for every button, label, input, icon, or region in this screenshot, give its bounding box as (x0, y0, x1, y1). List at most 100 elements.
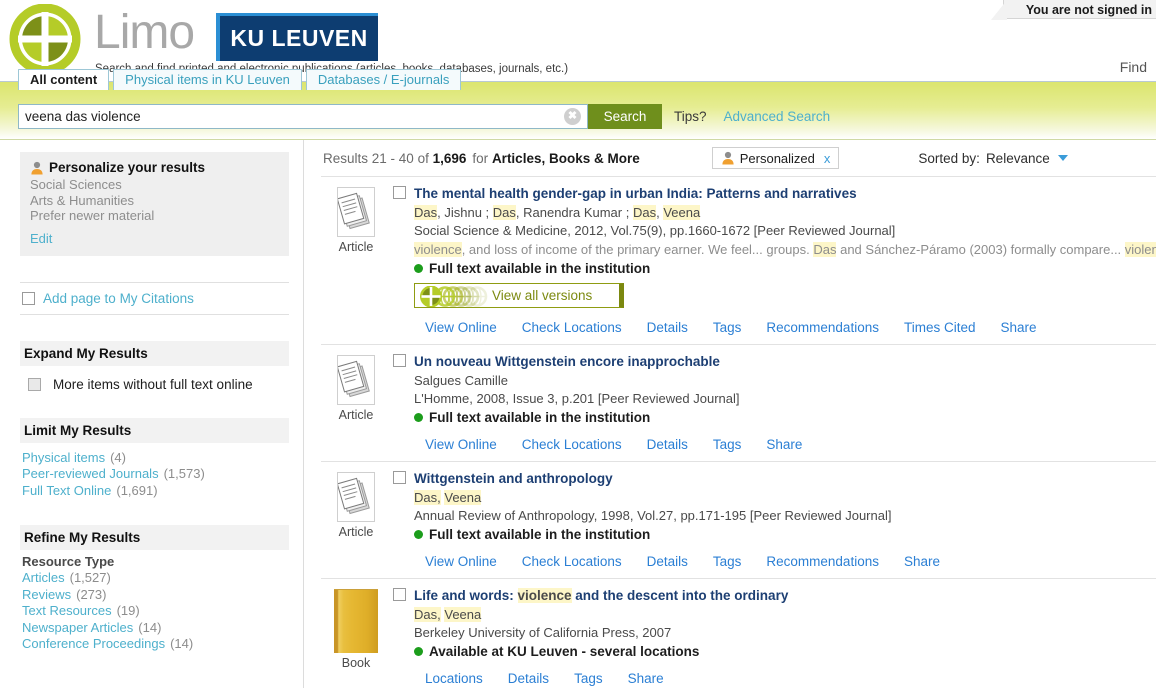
link-details[interactable]: Details (647, 437, 688, 452)
link-tags[interactable]: Tags (713, 437, 742, 452)
link-details[interactable]: Details (647, 320, 688, 335)
sort-control[interactable]: Sorted by: Relevance (918, 150, 1068, 166)
text-run: , Jishnu ; (437, 205, 493, 220)
text-run: Salgues Camille (414, 373, 508, 388)
result-select-checkbox[interactable] (393, 354, 406, 367)
find-link[interactable]: Find (1120, 59, 1147, 75)
tips-link[interactable]: Tips? (674, 109, 707, 124)
result-type-caption: Article (338, 525, 374, 539)
result-title-row: The mental health gender-gap in urban In… (393, 186, 1156, 202)
personalize-title-row: Personalize your results (30, 160, 279, 175)
facet-label: Physical items (22, 449, 106, 465)
link-recommendations[interactable]: Recommendations (766, 320, 879, 335)
result-select-checkbox[interactable] (393, 186, 406, 199)
availability-text: Full text available in the institution (429, 261, 651, 276)
personalize-pref-2: Prefer newer material (30, 208, 155, 223)
facet-text-resources[interactable]: Text Resources (19) (22, 603, 289, 620)
add-citations-checkbox[interactable] (22, 291, 35, 305)
chevron-down-icon[interactable] (1057, 155, 1068, 161)
link-view-online[interactable]: View Online (425, 437, 497, 452)
result-title[interactable]: Life and words: violence and the descent… (414, 588, 788, 604)
results-range: Results 21 - 40 of 1,696 (323, 151, 466, 166)
view-all-versions-button[interactable]: View all versions (414, 283, 624, 308)
highlighted-term: Veena (444, 490, 482, 505)
facet-full-text-online[interactable]: Full Text Online (1,691) (22, 483, 289, 500)
link-locations[interactable]: Locations (425, 671, 483, 686)
personalize-title: Personalize your results (49, 160, 206, 175)
result-item[interactable]: Article Wittgenstein and anthropology Da… (321, 461, 1156, 578)
facet-reviews[interactable]: Reviews (273) (22, 587, 289, 604)
link-details[interactable]: Details (508, 671, 549, 686)
facet-label: Full Text Online (22, 482, 112, 498)
facet-label: Peer-reviewed Journals (22, 466, 159, 481)
results-range-prefix: Results (323, 150, 369, 166)
article-pages-icon (336, 472, 375, 522)
link-tags[interactable]: Tags (713, 554, 742, 569)
tab-databases-ejournals[interactable]: Databases / E-journals (305, 69, 462, 90)
link-view-online[interactable]: View Online (425, 554, 497, 569)
text-run: Wittgenstein and anthropology (414, 471, 613, 486)
link-times-cited[interactable]: Times Cited (904, 320, 976, 335)
sign-in-status[interactable]: You are not signed in (990, 0, 1156, 20)
results-scope: for Articles, Books & More (472, 151, 639, 166)
personalize-results-panel: Personalize your results Social Sciences… (20, 152, 289, 256)
add-page-to-citations-row[interactable]: Add page to My Citations (20, 281, 289, 315)
result-type-caption: Article (338, 408, 374, 422)
result-availability: Full text available in the institution (414, 261, 1156, 276)
result-title[interactable]: Un nouveau Wittgenstein encore inapproch… (414, 354, 720, 370)
search-button[interactable]: Search (588, 104, 662, 129)
advanced-search-link[interactable]: Advanced Search (724, 109, 831, 124)
resource-type-facet-list: Articles (1,527) Reviews (273) Text Resour… (20, 570, 289, 653)
facet-conference-proceedings[interactable]: Conference Proceedings (14) (22, 636, 289, 653)
link-share[interactable]: Share (766, 437, 802, 452)
result-item[interactable]: Article The mental health gender-gap in … (321, 176, 1156, 344)
results-scope-value: Articles, Books & More (491, 150, 640, 166)
result-metadata: Berkeley University of California Press,… (414, 625, 672, 640)
expand-results-checkbox[interactable] (28, 377, 41, 391)
personalize-edit-link[interactable]: Edit (30, 231, 279, 246)
link-details[interactable]: Details (647, 554, 688, 569)
result-title[interactable]: The mental health gender-gap in urban In… (414, 186, 857, 202)
result-title-row: Wittgenstein and anthropology (393, 471, 1156, 487)
facet-count: (4) (110, 449, 126, 465)
link-tags[interactable]: Tags (574, 671, 603, 686)
add-citations-label[interactable]: Add page to My Citations (43, 291, 194, 306)
search-row: ✖ Search Tips? Advanced Search (18, 104, 830, 129)
link-share[interactable]: Share (1000, 320, 1036, 335)
link-tags[interactable]: Tags (713, 320, 742, 335)
search-input[interactable] (19, 105, 564, 128)
result-item[interactable]: Book Life and words: violence and the de… (321, 578, 1156, 688)
link-check-locations[interactable]: Check Locations (522, 437, 622, 452)
facet-newspaper-articles[interactable]: Newspaper Articles (14) (22, 620, 289, 637)
result-select-checkbox[interactable] (393, 471, 406, 484)
link-view-online[interactable]: View Online (425, 320, 497, 335)
globes-stack-icon (419, 285, 493, 307)
result-body: Life and words: violence and the descent… (389, 588, 1156, 686)
tab-all-content[interactable]: All content (18, 69, 110, 90)
link-check-locations[interactable]: Check Locations (522, 554, 622, 569)
link-check-locations[interactable]: Check Locations (522, 320, 622, 335)
result-title[interactable]: Wittgenstein and anthropology (414, 471, 613, 487)
result-item[interactable]: Article Un nouveau Wittgenstein encore i… (321, 344, 1156, 461)
clear-search-icon[interactable]: ✖ (564, 108, 581, 125)
facet-count: (14) (138, 619, 162, 635)
ku-leuven-logo[interactable]: KU LEUVEN (216, 13, 379, 61)
link-share[interactable]: Share (904, 554, 940, 569)
result-action-links: View Online Check Locations Details Tags… (414, 554, 1156, 569)
text-run: Un nouveau Wittgenstein encore inapproch… (414, 354, 720, 369)
facet-peer-reviewed-journals[interactable]: Peer-reviewed Journals (1,573) (22, 466, 289, 483)
result-metadata: L'Homme, 2008, Issue 3, p.201 [Peer Revi… (414, 391, 740, 406)
expand-results-option[interactable]: More items without full text online (20, 366, 289, 392)
tab-physical-items[interactable]: Physical items in KU Leuven (113, 69, 302, 90)
facet-articles[interactable]: Articles (1,527) (22, 570, 289, 587)
link-recommendations[interactable]: Recommendations (766, 554, 879, 569)
sorted-by-label: Sorted by: (918, 150, 980, 166)
highlighted-term: Das (632, 205, 657, 220)
personalized-chip[interactable]: Personalized x (711, 147, 840, 169)
result-type-column: Book (323, 588, 389, 686)
facet-physical-items[interactable]: Physical items (4) (22, 450, 289, 467)
link-share[interactable]: Share (628, 671, 664, 686)
limo-search-results-page: You are not signed in Limo KU LEUVEN Sea… (0, 0, 1156, 689)
result-select-checkbox[interactable] (393, 588, 406, 601)
personalized-chip-close-icon[interactable]: x (824, 151, 831, 166)
